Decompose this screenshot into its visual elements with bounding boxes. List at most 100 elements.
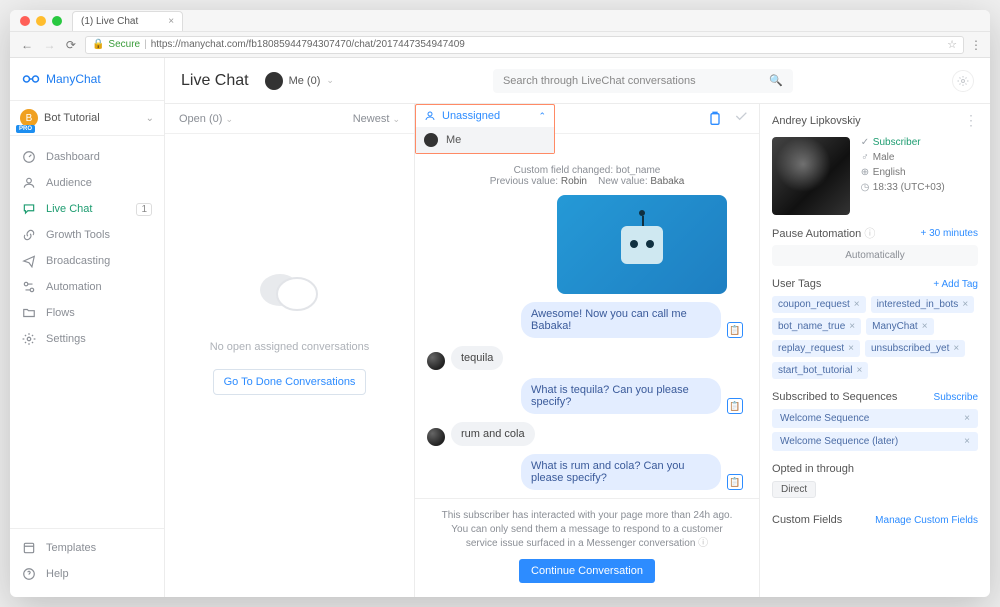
agent-filter[interactable]: Me (0) ⌄ <box>265 72 334 90</box>
nav-icons: ← → ⟳ <box>18 36 79 54</box>
url-text: https://manychat.com/fb18085944794307470… <box>151 39 465 50</box>
clipboard-icon[interactable]: 📋 <box>727 398 743 414</box>
close-window-icon[interactable] <box>20 16 30 26</box>
automation-icon <box>22 280 36 294</box>
nav-broadcasting[interactable]: Broadcasting <box>10 248 164 274</box>
sequence-row[interactable]: Welcome Sequence (later)× <box>772 432 978 451</box>
robot-illustration-icon <box>621 226 663 264</box>
settings-gear-icon[interactable] <box>952 70 974 92</box>
brand-name: ManyChat <box>46 72 101 86</box>
clipboard-icon[interactable]: 📋 <box>727 474 743 490</box>
back-icon[interactable]: ← <box>18 38 36 52</box>
continue-conversation-button[interactable]: Continue Conversation <box>519 559 655 583</box>
bot-image-message[interactable] <box>557 195 727 294</box>
nav-livechat[interactable]: Live Chat 1 <box>10 196 164 222</box>
opted-in-header: Opted in through <box>772 463 978 475</box>
sort-filter[interactable]: Newest ⌄ <box>353 113 400 125</box>
subscribe-link[interactable]: Subscribe <box>934 392 978 403</box>
brand[interactable]: ManyChat <box>10 58 164 100</box>
remove-tag-icon[interactable]: × <box>953 343 959 354</box>
conversations-header: Open (0) ⌄ Newest ⌄ <box>165 104 414 134</box>
person-icon <box>424 110 436 122</box>
search-wrap: Search through LiveChat conversations 🔍 <box>493 69 793 93</box>
remove-sequence-icon[interactable]: × <box>964 413 970 424</box>
tag-chip[interactable]: bot_name_true× <box>772 318 861 335</box>
info-icon[interactable]: ⓘ <box>698 538 708 549</box>
bot-message: What is rum and cola? Can you please spe… <box>427 454 743 490</box>
tag-chip[interactable]: start_bot_tutorial× <box>772 362 868 379</box>
nav-automation[interactable]: Automation <box>10 274 164 300</box>
plus-30-minutes[interactable]: + 30 minutes <box>920 228 978 239</box>
nav-help[interactable]: Help <box>10 561 164 587</box>
search-icon: 🔍 <box>769 74 783 87</box>
chat-header-actions <box>707 108 749 129</box>
clipboard-icon[interactable] <box>707 111 723 127</box>
tag-chip[interactable]: interested_in_bots× <box>871 296 975 313</box>
info-icon[interactable]: ⓘ <box>864 228 875 240</box>
remove-tag-icon[interactable]: × <box>848 343 854 354</box>
nav-flows[interactable]: Flows <box>10 300 164 326</box>
url-toolbar: ← → ⟳ 🔒 Secure | https://manychat.com/fb… <box>10 32 990 58</box>
details-header: Andrey Lipkovskiy ⋮ <box>772 104 978 137</box>
tag-chip[interactable]: unsubscribed_yet× <box>865 340 965 357</box>
folder-icon <box>22 306 36 320</box>
maximize-window-icon[interactable] <box>52 16 62 26</box>
sequence-row[interactable]: Welcome Sequence× <box>772 409 978 428</box>
bookmark-icon[interactable]: ☆ <box>947 38 957 51</box>
user-avatar-icon <box>427 352 445 370</box>
goto-done-button[interactable]: Go To Done Conversations <box>213 369 367 395</box>
url-bar[interactable]: 🔒 Secure | https://manychat.com/fb180859… <box>85 36 964 54</box>
nav-growth[interactable]: Growth Tools <box>10 222 164 248</box>
tag-chip[interactable]: replay_request× <box>772 340 860 357</box>
automatically-button[interactable]: Automatically <box>772 245 978 266</box>
assign-toggle[interactable]: Unassigned ⌃ <box>416 105 554 127</box>
remove-tag-icon[interactable]: × <box>849 321 855 332</box>
window-controls[interactable] <box>10 16 72 26</box>
sequences-header: Subscribed to Sequences Subscribe <box>772 391 978 403</box>
close-tab-icon[interactable]: × <box>168 16 174 27</box>
browser-menu-icon[interactable]: ⋮ <box>970 38 982 52</box>
add-tag-link[interactable]: + Add Tag <box>933 279 978 290</box>
open-filter[interactable]: Open (0) ⌄ <box>179 113 233 125</box>
bot-message: What is tequila? Can you please specify?… <box>427 378 743 414</box>
tag-chip[interactable]: ManyChat× <box>866 318 933 335</box>
bot-selector[interactable]: B PRO Bot Tutorial ⌄ <box>10 100 164 136</box>
remove-tag-icon[interactable]: × <box>857 365 863 376</box>
clock-icon: ◷ <box>860 182 870 193</box>
user-avatar-icon <box>427 428 445 446</box>
secure-label: Secure <box>108 39 140 50</box>
tab-title: (1) Live Chat <box>81 16 138 27</box>
nav-dashboard[interactable]: Dashboard <box>10 144 164 170</box>
profile-photo[interactable] <box>772 137 850 215</box>
system-message: Custom field changed: bot_name Previous … <box>427 165 747 187</box>
remove-sequence-icon[interactable]: × <box>964 436 970 447</box>
chevron-up-icon: ⌃ <box>538 111 546 122</box>
assign-dropdown[interactable]: Unassigned ⌃ Me <box>415 104 555 154</box>
sidebar: ManyChat B PRO Bot Tutorial ⌄ Dashboard … <box>10 58 165 597</box>
minimize-window-icon[interactable] <box>36 16 46 26</box>
remove-tag-icon[interactable]: × <box>854 299 860 310</box>
profile-row: ✓ Subscriber ♂ Male ⊕ English ◷ 18:33 (U… <box>772 137 978 215</box>
gauge-icon <box>22 150 36 164</box>
reload-icon[interactable]: ⟳ <box>63 38 79 52</box>
titlebar: (1) Live Chat × <box>10 10 990 32</box>
more-menu-icon[interactable]: ⋮ <box>964 112 978 129</box>
search-input[interactable]: Search through LiveChat conversations 🔍 <box>493 69 793 93</box>
checkmark-icon[interactable] <box>733 108 749 129</box>
clipboard-icon[interactable]: 📋 <box>727 322 743 338</box>
chevron-down-icon: ⌄ <box>326 75 334 86</box>
tag-chip[interactable]: coupon_request× <box>772 296 866 313</box>
remove-tag-icon[interactable]: × <box>922 321 928 332</box>
forward-icon[interactable]: → <box>40 38 58 52</box>
chevron-down-icon: ⌄ <box>146 113 154 124</box>
help-icon <box>22 567 36 581</box>
send-icon <box>22 254 36 268</box>
chat-messages[interactable]: Custom field changed: bot_name Previous … <box>415 134 759 498</box>
nav-audience[interactable]: Audience <box>10 170 164 196</box>
assign-option-me[interactable]: Me <box>416 127 554 153</box>
manage-custom-fields-link[interactable]: Manage Custom Fields <box>875 515 978 526</box>
remove-tag-icon[interactable]: × <box>962 299 968 310</box>
nav-settings[interactable]: Settings <box>10 326 164 352</box>
nav-templates[interactable]: Templates <box>10 535 164 561</box>
browser-tab[interactable]: (1) Live Chat × <box>72 11 183 31</box>
